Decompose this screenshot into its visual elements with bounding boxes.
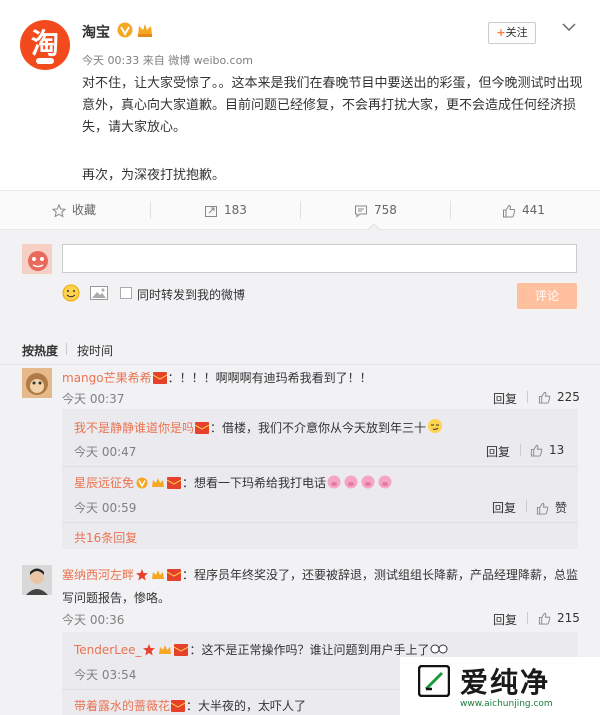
sub-reply-text: TenderLee_ ：这不是正常操作吗？谁让问题到用户手上了 [74,641,449,658]
smirk-emoji-icon [428,419,443,433]
crown-badge-icon [159,645,172,654]
crown-badge-icon [138,24,152,37]
comment-avatar[interactable] [22,368,52,398]
comment-like-button[interactable]: 225 [538,390,580,404]
my-avatar[interactable] [22,244,52,274]
sub-reply-like-button[interactable]: 13 [530,443,564,457]
taobao-avatar[interactable]: 淘 [20,20,70,70]
comment-icon [355,205,367,218]
sub-reply-username[interactable]: 星辰远征免 [74,476,134,490]
post-action-bar: 收藏 183 758 441 [0,190,600,230]
glasses-emoji-icon [430,644,448,654]
sort-by-hot[interactable]: 按热度 [22,342,58,359]
verified-v-icon [136,477,148,489]
sub-reply-text: 星辰远征免 ：想看一下玛希给我打电话 [74,474,398,491]
sub-reply-username[interactable]: TenderLee_ [74,643,141,657]
emoji-icon[interactable] [62,284,80,302]
repost-icon [205,205,217,217]
reply-button[interactable]: 回复 [493,390,517,407]
star-badge-icon [136,569,149,581]
image-icon[interactable] [90,286,108,300]
taobao-logo-icon: 淘 [30,27,59,60]
thumbs-up-icon [536,502,549,515]
cartoon-avatar-icon [22,244,52,274]
comment-compose: 同时转发到我的微博 评论 [0,230,600,325]
thumbs-up-icon [503,204,516,217]
post-text-apology: 再次，为深夜打扰抱歉。 [82,168,226,183]
sub-reply-time: 今天 00:59 [74,501,137,515]
sub-reply-like-button[interactable]: 赞 [536,499,567,516]
sort-by-time[interactable]: 按时间 [77,342,113,359]
watermark-url: www.aichunjing.com [460,699,553,709]
thumbs-up-icon [530,444,543,457]
author-name[interactable]: 淘宝 [82,22,110,42]
comment-time: 今天 00:37 [62,392,125,406]
red-envelope-icon [167,477,182,489]
comment-text: 塞纳西河左畔 ：程序员年终奖没了，还要被辞退，测试组组长降薪，产品经理降薪，总监 [62,568,579,582]
comment-text: mango芒果希希 ：！！！啊啊啊有迪玛希我看到了！！ [62,371,372,385]
like-button[interactable]: 441 [502,191,545,229]
monkey-avatar-icon [22,368,52,398]
sub-reply-text: 我不是静静谁道你是吗 ：借楼，我们不介意你从今天放到年三十 [74,418,444,436]
weibo-post: 淘 淘宝 今天 00:33 来自 微博 weibo.com +关注 对不住，让大… [0,0,600,190]
chevron-down-icon[interactable] [562,22,576,32]
repost-button[interactable]: 183 [204,191,247,229]
aichunjing-logo-icon [418,665,450,697]
comment-username[interactable]: 塞纳西河左畔 [62,568,134,582]
person-avatar-icon [22,565,52,595]
pig-emoji-icon [327,475,392,489]
reply-button[interactable]: 回复 [493,611,517,628]
post-text: 对不住，让大家受惊了。。这本来是我们在春晚节目中要送出的彩蛋，但今晚测试时出现意… [82,76,583,135]
star-icon [51,203,67,218]
verified-v-icon [117,22,133,38]
comment-username[interactable]: mango芒果希希 [62,371,152,385]
comment-like-button[interactable]: 215 [538,611,580,625]
submit-comment-button[interactable]: 评论 [517,283,577,309]
sub-reply-list: 我不是静静谁道你是吗 ：借楼，我们不介意你从今天放到年三十 今天 00:47 回复… [62,409,578,549]
sub-reply-button[interactable]: 回复 [492,499,516,516]
comment-avatar[interactable] [22,565,52,595]
watermark-title: 爱纯净 [460,666,551,699]
red-envelope-icon [167,569,182,581]
comment-input[interactable] [62,244,577,273]
more-replies-link[interactable]: 共16条回复 [74,529,137,546]
plus-icon: + [496,26,506,39]
favorite-button[interactable]: 收藏 [51,191,96,229]
sub-reply-username[interactable]: 带着露水的蔷薇花 [74,699,170,713]
repost-checkbox-label: 同时转发到我的微博 [137,288,246,302]
sub-reply-text: 带着露水的蔷薇花 ：大半夜的，太吓人了 [74,699,307,713]
crown-badge-icon [152,478,165,487]
sub-reply-button[interactable]: 回复 [486,443,510,460]
red-envelope-icon [171,700,186,712]
follow-button[interactable]: +关注 [488,22,536,44]
site-watermark: 爱纯净 www.aichunjing.com [400,657,600,715]
red-envelope-icon [174,644,189,656]
sub-reply-time: 今天 00:47 [74,445,137,459]
sub-reply-time: 今天 03:54 [74,668,137,682]
thumbs-up-icon [538,612,551,625]
post-meta: 今天 00:33 来自 微博 weibo.com [82,54,254,67]
comment-text-continued: 写问题报告，惨咯。 [62,591,171,605]
sub-reply-username[interactable]: 我不是静静谁道你是吗 [74,421,194,435]
comment-time: 今天 00:36 [62,613,125,627]
comment-sort-bar: 按热度 按时间 [0,325,600,365]
star-badge-icon [143,644,156,656]
repost-checkbox[interactable] [120,287,132,299]
thumbs-up-icon [538,391,551,404]
red-envelope-icon [195,422,210,434]
crown-badge-icon [152,570,165,579]
red-envelope-icon [152,372,167,384]
